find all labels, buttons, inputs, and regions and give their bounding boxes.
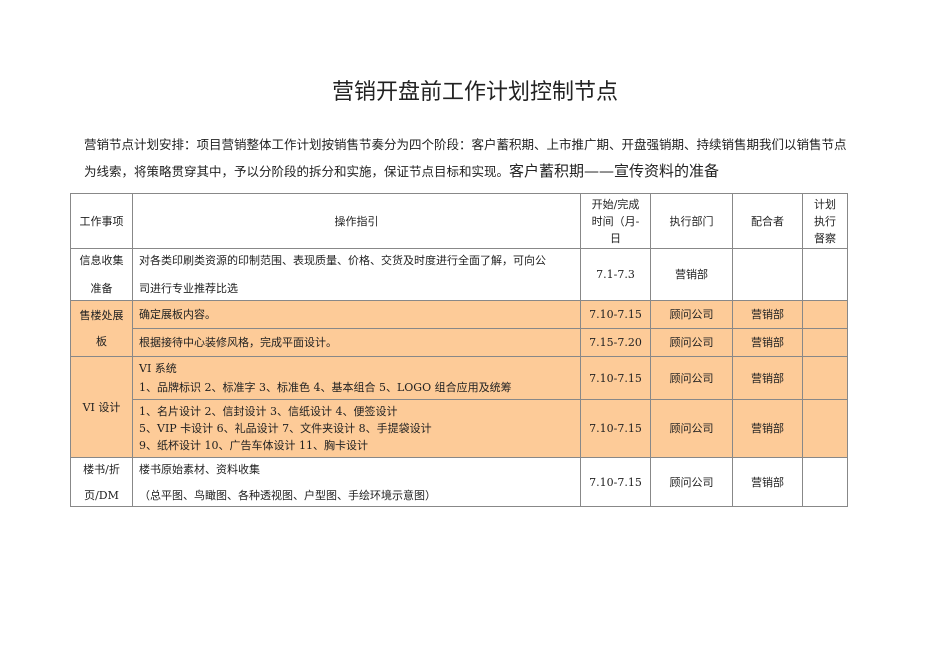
cell-partner: 营销部 <box>732 328 803 357</box>
table-row: VI 设计 VI 系统 1、品牌标识 2、标准字 3、标准色 4、基本组合 5、… <box>70 356 848 458</box>
table-row: 信息收集 准备 对各类印刷类资源的印制范围、表现质量、价格、交货及时度进行全面了… <box>70 248 848 301</box>
cell-guide: 楼书原始素材、资料收集 （总平图、鸟瞰图、各种透视图、户型图、手绘环境示意图） <box>132 457 581 507</box>
cell-supervise <box>802 248 848 301</box>
header-supervise: 计划执行督察 <box>802 193 848 249</box>
cell-dept: 顾问公司 <box>650 399 733 458</box>
table-header-row: 工作事项 操作指引 开始/完成时间（月-日 执行部门 配合者 计划执行督察 <box>70 193 848 249</box>
table-row: 售楼处展 板 确定展板内容。 7.10-7.15 顾问公司 营销部 <box>70 300 848 357</box>
cell-dept: 顾问公司 <box>650 300 733 329</box>
cell-guide: VI 系统 1、品牌标识 2、标准字 3、标准色 4、基本组合 5、LOGO 组… <box>132 356 581 400</box>
header-time: 开始/完成时间（月-日 <box>580 193 651 249</box>
cell-supervise <box>802 399 848 458</box>
plan-table: 工作事项 操作指引 开始/完成时间（月-日 执行部门 配合者 计划执行督察 信息… <box>70 193 848 507</box>
page-title: 营销开盘前工作计划控制节点 <box>331 80 618 105</box>
cell-supervise <box>802 356 848 400</box>
cell-item: VI 设计 <box>70 356 133 458</box>
cell-item: 楼书/折 页/DM <box>70 457 133 507</box>
cell-partner: 营销部 <box>732 399 803 458</box>
cell-dept: 顾问公司 <box>650 328 733 357</box>
cell-time: 7.10-7.15 <box>580 399 651 458</box>
cell-dept: 顾问公司 <box>650 457 733 507</box>
header-item: 工作事项 <box>70 193 133 249</box>
cell-guide: 1、名片设计 2、信封设计 3、信纸设计 4、便签设计 5、VIP 卡设计 6、… <box>132 399 581 458</box>
section-heading: 客户蓄积期——宣传资料的准备 <box>509 162 720 180</box>
cell-item: 售楼处展 板 <box>70 300 133 357</box>
intro-paragraph: 营销节点计划安排：项目营销整体工作计划按销售节奏分为四个阶段：客户蓄积期、上市推… <box>84 132 854 185</box>
cell-supervise <box>802 328 848 357</box>
cell-guide: 确定展板内容。 <box>132 300 581 329</box>
cell-supervise <box>802 457 848 507</box>
cell-partner: 营销部 <box>732 356 803 400</box>
cell-time: 7.10-7.15 <box>580 356 651 400</box>
cell-dept: 顾问公司 <box>650 356 733 400</box>
cell-item: 信息收集 准备 <box>70 248 133 301</box>
cell-guide: 根据接待中心装修风格，完成平面设计。 <box>132 328 581 357</box>
table-row: 1、名片设计 2、信封设计 3、信纸设计 4、便签设计 5、VIP 卡设计 6、… <box>71 399 848 458</box>
cell-time: 7.10-7.15 <box>580 457 651 507</box>
cell-partner <box>732 248 803 301</box>
header-guide: 操作指引 <box>132 193 581 249</box>
cell-partner: 营销部 <box>732 457 803 507</box>
cell-supervise <box>802 300 848 329</box>
header-dept: 执行部门 <box>650 193 733 249</box>
table-row: 根据接待中心装修风格，完成平面设计。 7.15-7.20 顾问公司 营销部 <box>71 328 848 357</box>
cell-time: 7.1-7.3 <box>580 248 651 301</box>
cell-guide: 对各类印刷类资源的印制范围、表现质量、价格、交货及时度进行全面了解，可向公 司进… <box>132 248 581 301</box>
header-partner: 配合者 <box>732 193 803 249</box>
intro-text: 营销节点计划安排：项目营销整体工作计划按销售节奏分为四个阶段：客户蓄积期、上市推… <box>84 137 847 179</box>
cell-dept: 营销部 <box>650 248 733 301</box>
cell-partner: 营销部 <box>732 300 803 329</box>
cell-time: 7.15-7.20 <box>580 328 651 357</box>
table-row: 楼书/折 页/DM 楼书原始素材、资料收集 （总平图、鸟瞰图、各种透视图、户型图… <box>70 457 848 507</box>
cell-time: 7.10-7.15 <box>580 300 651 329</box>
